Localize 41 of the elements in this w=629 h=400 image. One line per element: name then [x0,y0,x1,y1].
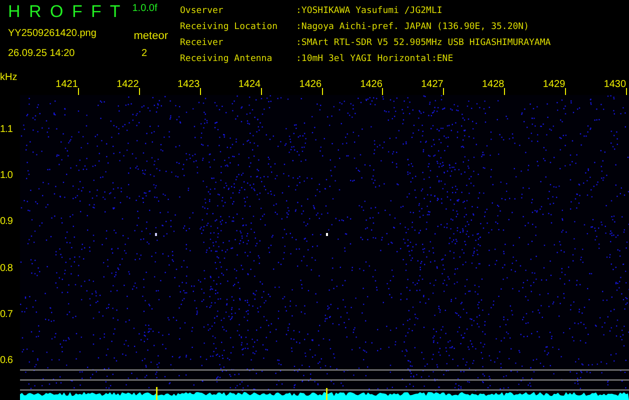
info-label: Receiving Antenna [180,54,274,66]
tick-mark [78,88,79,95]
amplitude-label: 0.7 [0,308,12,322]
axis-unit: kHz [0,72,18,84]
tick-mark [565,88,566,95]
info-label: Receiving Location [180,22,279,34]
tick-mark [504,88,506,95]
tick-mark [443,88,444,95]
app-version: 1.0.0f [132,2,158,16]
frequency-label: 1427 [421,78,444,92]
frequency-label: 1423 [177,78,200,92]
event-label: meteor [134,29,168,44]
tick-mark [322,88,323,95]
amplitude-label: 1.0 [0,169,12,184]
frequency-label: 1426 [360,78,382,92]
event-count: 2 [141,46,147,60]
frequency-label: 1428 [482,78,504,92]
tick-mark [200,88,201,95]
date-time: 26.09.25 14:20 [8,46,75,60]
file-name: YY2509261420.png [8,26,96,40]
frequency-label: 1424 [238,78,261,92]
tick-mark [260,88,262,95]
amplitude-label: 0.8 [0,262,12,276]
frequency-label: 1422 [116,78,139,92]
tick-mark [138,88,140,95]
info-value: :SMArt RTL-SDR V5 52.905MHz USB HIGASHIMURAYAMA [296,38,551,50]
frequency-label: 1421 [56,78,78,92]
frequency-label: 1430 [604,78,626,92]
frequency-label: 1429 [542,78,566,92]
frequency-label: 1426 [299,78,322,92]
info-value: :10mH 3el YAGI Horizontal:ENE [296,54,454,66]
info-label: Ovserver [180,6,224,18]
info-label: Receiver [180,38,224,50]
amplitude-label: 0.6 [0,354,12,368]
app-title: H R O F F T [8,2,122,22]
amplitude-label: 1.1 [0,123,12,137]
tick-mark [626,88,628,95]
amplitude-label: 0.9 [0,215,12,230]
info-value: :Nagoya Aichi-pref. JAPAN (136.90E, 35.20N) [296,22,530,34]
info-value: :YOSHIKAWA Yasufumi /JG2MLI [296,6,444,18]
tick-mark [382,88,384,95]
